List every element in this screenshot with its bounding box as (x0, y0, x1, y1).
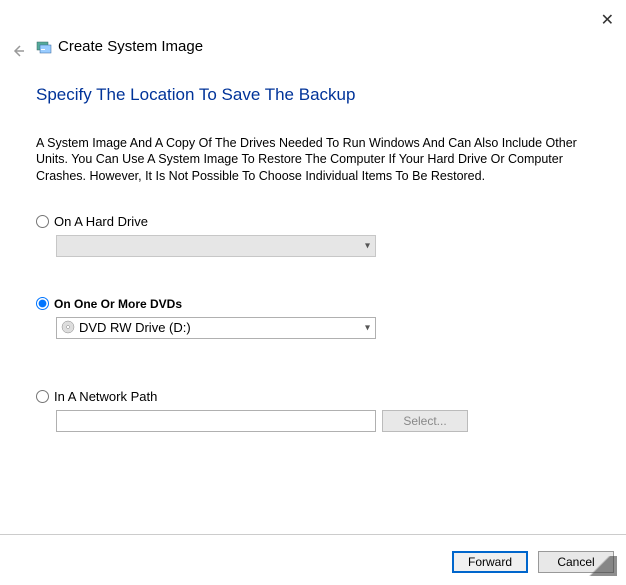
cancel-button[interactable]: Cancel (538, 551, 614, 573)
network-option: In A Network Path Select... (36, 389, 596, 432)
dvd-radio[interactable] (36, 297, 49, 310)
dvd-option: On One Or More DVDs DVD RW Drive (D:) ▾ (36, 297, 596, 339)
footer-buttons: Forward Cancel (452, 551, 614, 573)
hard-drive-dropdown (56, 235, 376, 257)
hard-drive-option: On A Hard Drive ▾ (36, 214, 596, 257)
select-network-button: Select... (382, 410, 468, 432)
dvd-dropdown[interactable]: DVD RW Drive (D:) (56, 317, 376, 339)
hard-drive-label[interactable]: On A Hard Drive (54, 214, 148, 229)
forward-button[interactable]: Forward (452, 551, 528, 573)
window-title: Create System Image (58, 38, 203, 55)
close-icon[interactable]: ✕ (601, 10, 614, 30)
title-bar: Create System Image (36, 38, 203, 55)
cancel-button-label: Cancel (557, 555, 594, 569)
network-path-input[interactable] (56, 410, 376, 432)
hard-drive-radio[interactable] (36, 215, 49, 228)
system-image-icon (36, 39, 52, 55)
page-heading: Specify The Location To Save The Backup (36, 85, 596, 105)
dvd-label[interactable]: On One Or More DVDs (54, 297, 182, 311)
back-arrow-icon[interactable] (10, 43, 26, 64)
network-radio[interactable] (36, 390, 49, 403)
description-text: A System Image And A Copy Of The Drives … (36, 135, 596, 184)
network-label[interactable]: In A Network Path (54, 389, 157, 404)
footer-divider (0, 534, 626, 535)
